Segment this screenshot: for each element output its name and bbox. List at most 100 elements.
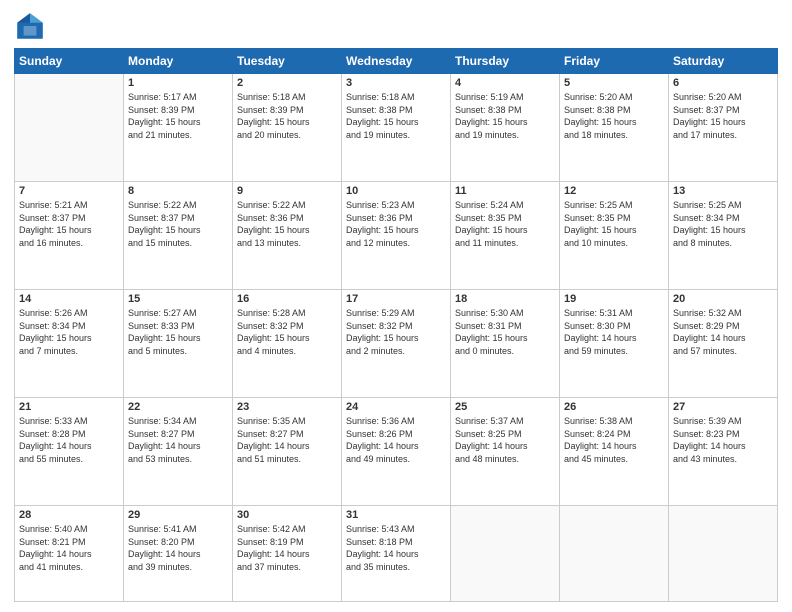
calendar-day-header: Wednesday xyxy=(342,49,451,74)
cell-details: Sunrise: 5:33 AM Sunset: 8:28 PM Dayligh… xyxy=(19,415,119,465)
calendar-week-row: 21 Sunrise: 5:33 AM Sunset: 8:28 PM Dayli… xyxy=(15,398,778,506)
cell-details: Sunrise: 5:25 AM Sunset: 8:35 PM Dayligh… xyxy=(564,199,664,249)
cell-details: Sunrise: 5:25 AM Sunset: 8:34 PM Dayligh… xyxy=(673,199,773,249)
cell-details: Sunrise: 5:42 AM Sunset: 8:19 PM Dayligh… xyxy=(237,523,337,573)
calendar-cell: 16Sunrise: 5:28 AM Sunset: 8:32 PM Dayli… xyxy=(233,290,342,398)
day-number: 10 xyxy=(346,185,446,197)
calendar-cell: 19 Sunrise: 5:31 AM Sunset: 8:30 PM Dayli… xyxy=(560,290,669,398)
calendar-cell: 2Sunrise: 5:18 AM Sunset: 8:39 PM Daylig… xyxy=(233,74,342,182)
calendar-cell xyxy=(560,506,669,602)
calendar-cell: 18Sunrise: 5:30 AM Sunset: 8:31 PM Dayli… xyxy=(451,290,560,398)
calendar-day-header: Sunday xyxy=(15,49,124,74)
calendar-cell: 12 Sunrise: 5:25 AM Sunset: 8:35 PM Dayli… xyxy=(560,182,669,290)
calendar-week-row: 1 Sunrise: 5:17 AM Sunset: 8:39 PM Daylig… xyxy=(15,74,778,182)
day-number: 3 xyxy=(346,77,446,89)
calendar-cell: 20 Sunrise: 5:32 AM Sunset: 8:29 PM Dayli… xyxy=(669,290,778,398)
calendar-cell: 31Sunrise: 5:43 AM Sunset: 8:18 PM Dayli… xyxy=(342,506,451,602)
calendar-cell: 4 Sunrise: 5:19 AM Sunset: 8:38 PM Daylig… xyxy=(451,74,560,182)
calendar-cell: 9 Sunrise: 5:22 AM Sunset: 8:36 PM Daylig… xyxy=(233,182,342,290)
calendar-week-row: 7 Sunrise: 5:21 AM Sunset: 8:37 PM Daylig… xyxy=(15,182,778,290)
day-number: 19 xyxy=(564,293,664,305)
calendar-cell: 22 Sunrise: 5:34 AM Sunset: 8:27 PM Dayli… xyxy=(124,398,233,506)
cell-details: Sunrise: 5:27 AM Sunset: 8:33 PM Dayligh… xyxy=(128,307,228,357)
cell-details: Sunrise: 5:22 AM Sunset: 8:36 PM Dayligh… xyxy=(237,199,337,249)
calendar-cell: 8Sunrise: 5:22 AM Sunset: 8:37 PM Daylig… xyxy=(124,182,233,290)
calendar-cell: 11Sunrise: 5:24 AM Sunset: 8:35 PM Dayli… xyxy=(451,182,560,290)
calendar-cell: 15 Sunrise: 5:27 AM Sunset: 8:33 PM Dayli… xyxy=(124,290,233,398)
cell-details: Sunrise: 5:31 AM Sunset: 8:30 PM Dayligh… xyxy=(564,307,664,357)
calendar-day-header: Monday xyxy=(124,49,233,74)
calendar-cell: 3 Sunrise: 5:18 AM Sunset: 8:38 PM Daylig… xyxy=(342,74,451,182)
cell-details: Sunrise: 5:36 AM Sunset: 8:26 PM Dayligh… xyxy=(346,415,446,465)
cell-details: Sunrise: 5:29 AM Sunset: 8:32 PM Dayligh… xyxy=(346,307,446,357)
calendar-cell: 23 Sunrise: 5:35 AM Sunset: 8:27 PM Dayli… xyxy=(233,398,342,506)
cell-details: Sunrise: 5:19 AM Sunset: 8:38 PM Dayligh… xyxy=(455,91,555,141)
calendar-cell: 7 Sunrise: 5:21 AM Sunset: 8:37 PM Daylig… xyxy=(15,182,124,290)
day-number: 24 xyxy=(346,401,446,413)
day-number: 9 xyxy=(237,185,337,197)
calendar-week-row: 28Sunrise: 5:40 AM Sunset: 8:21 PM Dayli… xyxy=(15,506,778,602)
day-number: 6 xyxy=(673,77,773,89)
day-number: 1 xyxy=(128,77,228,89)
day-number: 8 xyxy=(128,185,228,197)
day-number: 31 xyxy=(346,509,446,521)
calendar-cell xyxy=(669,506,778,602)
calendar-cell: 6Sunrise: 5:20 AM Sunset: 8:37 PM Daylig… xyxy=(669,74,778,182)
calendar-day-header: Saturday xyxy=(669,49,778,74)
cell-details: Sunrise: 5:38 AM Sunset: 8:24 PM Dayligh… xyxy=(564,415,664,465)
cell-details: Sunrise: 5:32 AM Sunset: 8:29 PM Dayligh… xyxy=(673,307,773,357)
calendar-cell: 21 Sunrise: 5:33 AM Sunset: 8:28 PM Dayli… xyxy=(15,398,124,506)
day-number: 28 xyxy=(19,509,119,521)
calendar-header-row: SundayMondayTuesdayWednesdayThursdayFrid… xyxy=(15,49,778,74)
calendar-cell: 14Sunrise: 5:26 AM Sunset: 8:34 PM Dayli… xyxy=(15,290,124,398)
cell-details: Sunrise: 5:21 AM Sunset: 8:37 PM Dayligh… xyxy=(19,199,119,249)
day-number: 5 xyxy=(564,77,664,89)
calendar-cell: 29 Sunrise: 5:41 AM Sunset: 8:20 PM Dayli… xyxy=(124,506,233,602)
day-number: 23 xyxy=(237,401,337,413)
cell-details: Sunrise: 5:34 AM Sunset: 8:27 PM Dayligh… xyxy=(128,415,228,465)
logo xyxy=(14,10,50,42)
calendar-cell: 5Sunrise: 5:20 AM Sunset: 8:38 PM Daylig… xyxy=(560,74,669,182)
calendar-cell: 26 Sunrise: 5:38 AM Sunset: 8:24 PM Dayli… xyxy=(560,398,669,506)
calendar-cell xyxy=(451,506,560,602)
cell-details: Sunrise: 5:28 AM Sunset: 8:32 PM Dayligh… xyxy=(237,307,337,357)
cell-details: Sunrise: 5:37 AM Sunset: 8:25 PM Dayligh… xyxy=(455,415,555,465)
logo-icon xyxy=(14,10,46,42)
day-number: 26 xyxy=(564,401,664,413)
day-number: 20 xyxy=(673,293,773,305)
cell-details: Sunrise: 5:18 AM Sunset: 8:38 PM Dayligh… xyxy=(346,91,446,141)
cell-details: Sunrise: 5:30 AM Sunset: 8:31 PM Dayligh… xyxy=(455,307,555,357)
cell-details: Sunrise: 5:24 AM Sunset: 8:35 PM Dayligh… xyxy=(455,199,555,249)
calendar-cell: 27Sunrise: 5:39 AM Sunset: 8:23 PM Dayli… xyxy=(669,398,778,506)
cell-details: Sunrise: 5:41 AM Sunset: 8:20 PM Dayligh… xyxy=(128,523,228,573)
calendar-cell: 24 Sunrise: 5:36 AM Sunset: 8:26 PM Dayli… xyxy=(342,398,451,506)
calendar-day-header: Tuesday xyxy=(233,49,342,74)
day-number: 25 xyxy=(455,401,555,413)
day-number: 13 xyxy=(673,185,773,197)
cell-details: Sunrise: 5:17 AM Sunset: 8:39 PM Dayligh… xyxy=(128,91,228,141)
calendar-cell: 30 Sunrise: 5:42 AM Sunset: 8:19 PM Dayli… xyxy=(233,506,342,602)
cell-details: Sunrise: 5:18 AM Sunset: 8:39 PM Dayligh… xyxy=(237,91,337,141)
cell-details: Sunrise: 5:35 AM Sunset: 8:27 PM Dayligh… xyxy=(237,415,337,465)
calendar-cell xyxy=(15,74,124,182)
page: SundayMondayTuesdayWednesdayThursdayFrid… xyxy=(0,0,792,612)
day-number: 22 xyxy=(128,401,228,413)
calendar-table: SundayMondayTuesdayWednesdayThursdayFrid… xyxy=(14,48,778,602)
calendar-cell: 25 Sunrise: 5:37 AM Sunset: 8:25 PM Dayli… xyxy=(451,398,560,506)
cell-details: Sunrise: 5:23 AM Sunset: 8:36 PM Dayligh… xyxy=(346,199,446,249)
header xyxy=(14,10,778,42)
day-number: 17 xyxy=(346,293,446,305)
calendar-cell: 10 Sunrise: 5:23 AM Sunset: 8:36 PM Dayli… xyxy=(342,182,451,290)
calendar-cell: 1 Sunrise: 5:17 AM Sunset: 8:39 PM Daylig… xyxy=(124,74,233,182)
calendar-week-row: 14Sunrise: 5:26 AM Sunset: 8:34 PM Dayli… xyxy=(15,290,778,398)
day-number: 30 xyxy=(237,509,337,521)
day-number: 21 xyxy=(19,401,119,413)
calendar-cell: 28Sunrise: 5:40 AM Sunset: 8:21 PM Dayli… xyxy=(15,506,124,602)
day-number: 4 xyxy=(455,77,555,89)
cell-details: Sunrise: 5:26 AM Sunset: 8:34 PM Dayligh… xyxy=(19,307,119,357)
day-number: 7 xyxy=(19,185,119,197)
day-number: 15 xyxy=(128,293,228,305)
calendar-cell: 13 Sunrise: 5:25 AM Sunset: 8:34 PM Dayli… xyxy=(669,182,778,290)
day-number: 29 xyxy=(128,509,228,521)
day-number: 12 xyxy=(564,185,664,197)
